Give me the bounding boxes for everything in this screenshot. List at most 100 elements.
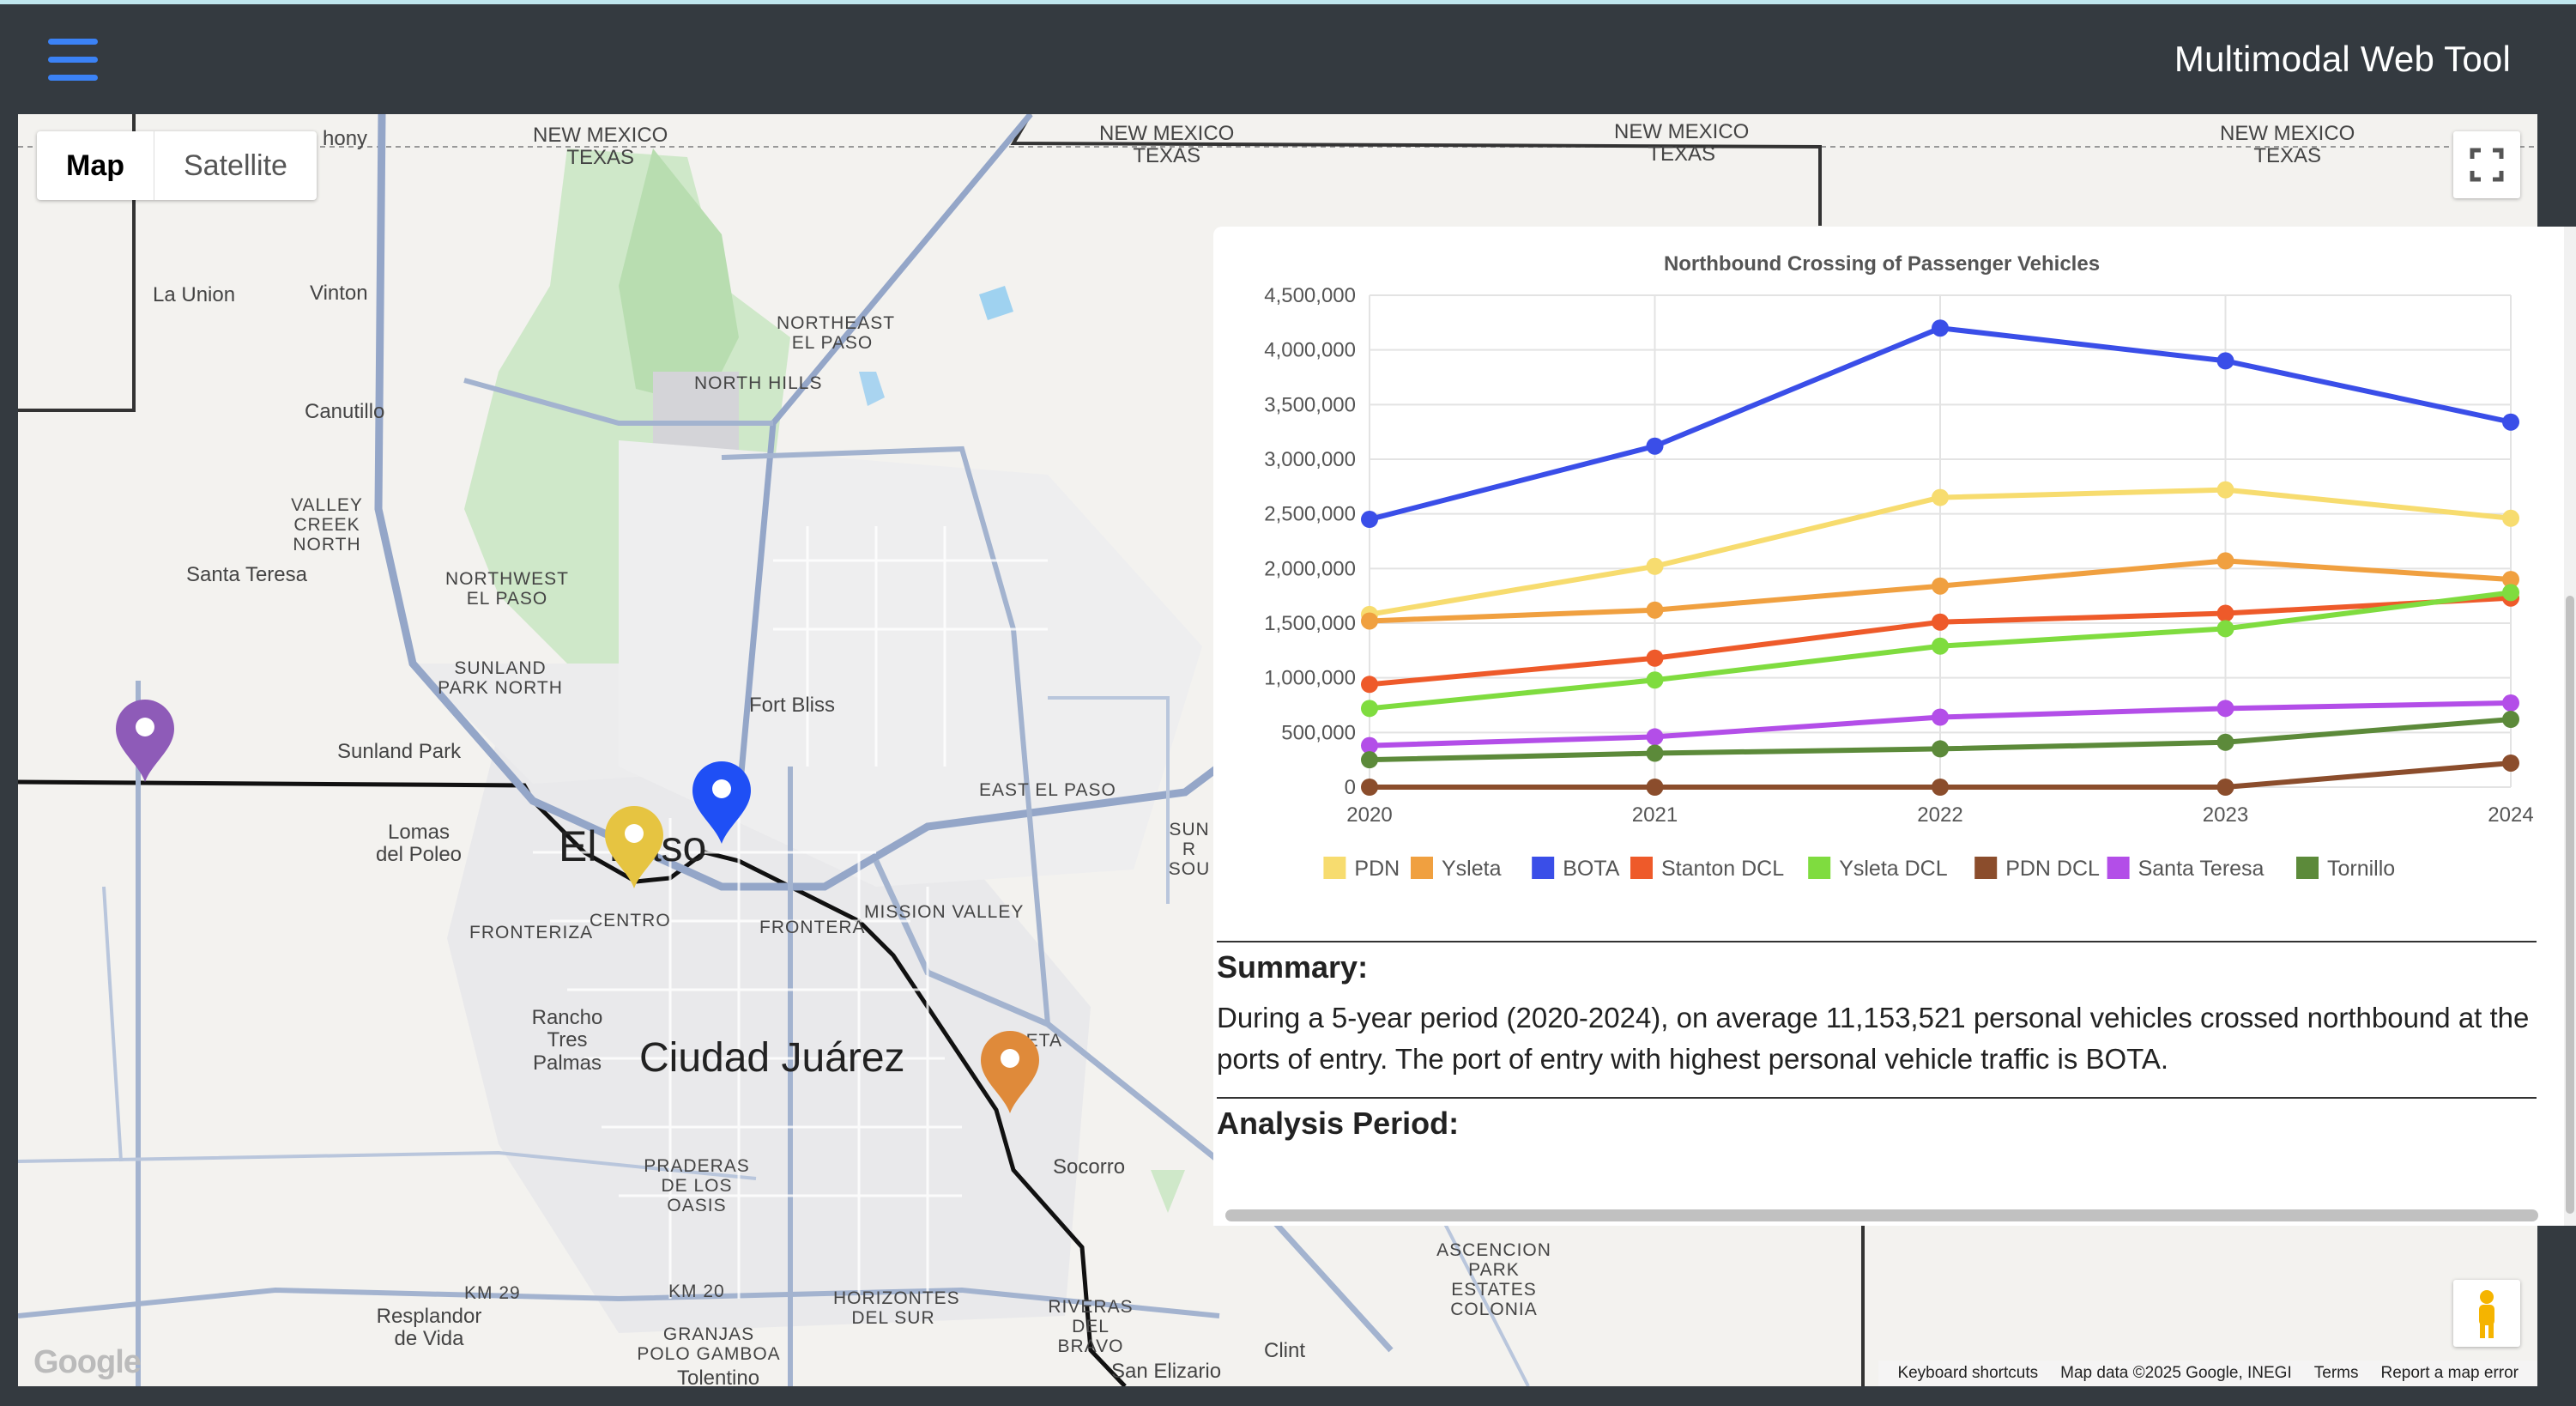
data-point — [1646, 728, 1664, 746]
data-point — [1361, 700, 1378, 718]
info-panel: Northbound Crossing of Passenger Vehicle… — [1213, 227, 2576, 1226]
data-point — [1646, 649, 1664, 667]
data-point — [2502, 413, 2519, 431]
legend-label: PDN — [1354, 857, 1400, 881]
legend-label: Tornillo — [2327, 857, 2395, 881]
map-label: NORTH HILLS — [694, 373, 823, 393]
keyboard-shortcuts-link[interactable]: Keyboard shortcuts — [1897, 1364, 2038, 1383]
analysis-period-heading: Analysis Period: — [1217, 1106, 1460, 1141]
map-label: Fort Bliss — [749, 694, 836, 717]
map-label: ASCENCION PARK ESTATES COLONIA — [1436, 1240, 1551, 1320]
data-point — [1361, 511, 1378, 529]
map-label: Socorro — [1053, 1155, 1126, 1179]
data-point — [2216, 620, 2234, 638]
map-label: FRONTERA — [759, 918, 866, 937]
legend-swatch — [1974, 857, 1998, 879]
map-type-control: Map Satellite — [37, 131, 317, 200]
map-label: NEW MEXICO TEXAS — [2220, 122, 2355, 168]
map-label: MISSION VALLEY — [864, 902, 1025, 922]
data-point — [2216, 352, 2234, 370]
x-tick-label: 2020 — [1346, 803, 1392, 827]
map-attribution-bar: Keyboard shortcuts Map data ©2025 Google… — [1878, 1361, 2537, 1386]
data-point — [2502, 694, 2519, 712]
hamburger-menu-icon[interactable] — [48, 39, 101, 83]
y-tick-label: 3,000,000 — [1264, 448, 1356, 471]
legend-swatch — [1808, 857, 1831, 879]
summary-section: Summary: During a 5-year period (2020-20… — [1217, 941, 2537, 1154]
data-point — [2216, 604, 2234, 622]
data-point — [2216, 733, 2234, 751]
data-point — [2502, 584, 2519, 602]
x-tick-label: 2021 — [1632, 803, 1678, 827]
map-marker-ysleta[interactable] — [977, 1029, 1043, 1115]
y-tick-label: 1,500,000 — [1264, 612, 1356, 635]
data-point — [1361, 612, 1378, 630]
data-point — [1932, 613, 1949, 631]
map-label: Clint — [1264, 1339, 1306, 1362]
map-label: NEW MEXICO TEXAS — [1099, 122, 1235, 168]
data-point — [1361, 751, 1378, 769]
vertical-scrollbar-thumb[interactable] — [2566, 596, 2574, 1214]
data-point — [1932, 577, 1949, 595]
app-title: Multimodal Web Tool — [2174, 39, 2511, 79]
map-label: SUNLAND PARK NORTH — [438, 658, 563, 699]
map-marker-pdn[interactable] — [602, 804, 667, 890]
data-point — [1932, 779, 1949, 796]
chart-title: Northbound Crossing of Passenger Vehicle… — [1663, 252, 2101, 276]
divider — [1217, 1097, 2537, 1099]
summary-text: During a 5-year period (2020-2024), on a… — [1217, 1002, 2530, 1075]
data-point — [2216, 481, 2234, 499]
map-label: RIVERAS DEL BRAVO — [1048, 1297, 1134, 1357]
y-tick-label: 1,000,000 — [1264, 667, 1356, 690]
x-tick-label: 2023 — [2203, 803, 2248, 827]
legend-swatch — [1323, 857, 1346, 879]
map-marker-bota[interactable] — [689, 760, 754, 845]
y-tick-label: 500,000 — [1281, 721, 1356, 744]
data-point — [1646, 779, 1664, 796]
data-point — [2502, 509, 2519, 527]
map-label: FRONTERIZA — [469, 923, 594, 942]
legend-swatch — [1411, 857, 1433, 879]
legend-swatch — [1630, 857, 1653, 879]
data-point — [1361, 676, 1378, 694]
data-point — [1361, 779, 1378, 796]
data-point — [2216, 700, 2234, 718]
data-point — [1646, 671, 1664, 689]
vertical-scrollbar[interactable] — [2564, 227, 2576, 1226]
street-view-pegman-button[interactable] — [2453, 1280, 2520, 1347]
map-label: NORTHWEST EL PASO — [445, 569, 569, 609]
data-point — [1646, 744, 1664, 762]
map-label: Lomas del Poleo — [375, 821, 463, 867]
map-label: CENTRO — [590, 911, 671, 930]
legend-label: Stanton DCL — [1661, 857, 1784, 881]
map-label: SUN R SOU — [1168, 820, 1211, 880]
horizontal-scrollbar[interactable] — [1225, 1209, 2538, 1221]
data-point — [1932, 319, 1949, 337]
map-label: Ciudad Juárez — [639, 1035, 905, 1081]
report-map-error-link[interactable]: Report a map error — [2380, 1364, 2519, 1383]
legend-label: PDN DCL — [2005, 857, 2100, 881]
map-label: La Union — [153, 283, 236, 306]
data-point — [1932, 488, 1949, 506]
map-label: VALLEY CREEK NORTH — [291, 495, 363, 555]
map-label: NEW MEXICO TEXAS — [533, 124, 668, 170]
map-label: GRANJAS POLO GAMBOA — [637, 1324, 781, 1365]
y-tick-label: 2,500,000 — [1264, 503, 1356, 526]
map-label: KM 20 — [668, 1282, 725, 1301]
map-type-satellite-button[interactable]: Satellite — [154, 131, 317, 200]
terms-link[interactable]: Terms — [2314, 1364, 2359, 1383]
map-label: Sunland Park — [337, 740, 462, 763]
chart-svg: 0 500,000 1,000,000 1,500,000 2,000,000 2,500… — [1264, 284, 2533, 881]
app-header: Multimodal Web Tool — [0, 4, 2576, 114]
map-marker-santa-teresa[interactable] — [112, 698, 178, 784]
fullscreen-button[interactable] — [2453, 131, 2520, 198]
crossings-chart: Northbound Crossing of Passenger Vehicle… — [1213, 227, 2561, 913]
map-type-map-button[interactable]: Map — [37, 131, 154, 200]
y-tick-label: 3,500,000 — [1264, 393, 1356, 416]
map-label: KM 29 — [464, 1283, 521, 1303]
legend-swatch — [2107, 857, 2130, 879]
data-point — [2216, 779, 2234, 796]
fullscreen-icon — [2470, 148, 2504, 182]
data-point — [1646, 601, 1664, 619]
map-label: NEW MEXICO TEXAS — [1614, 120, 1750, 167]
